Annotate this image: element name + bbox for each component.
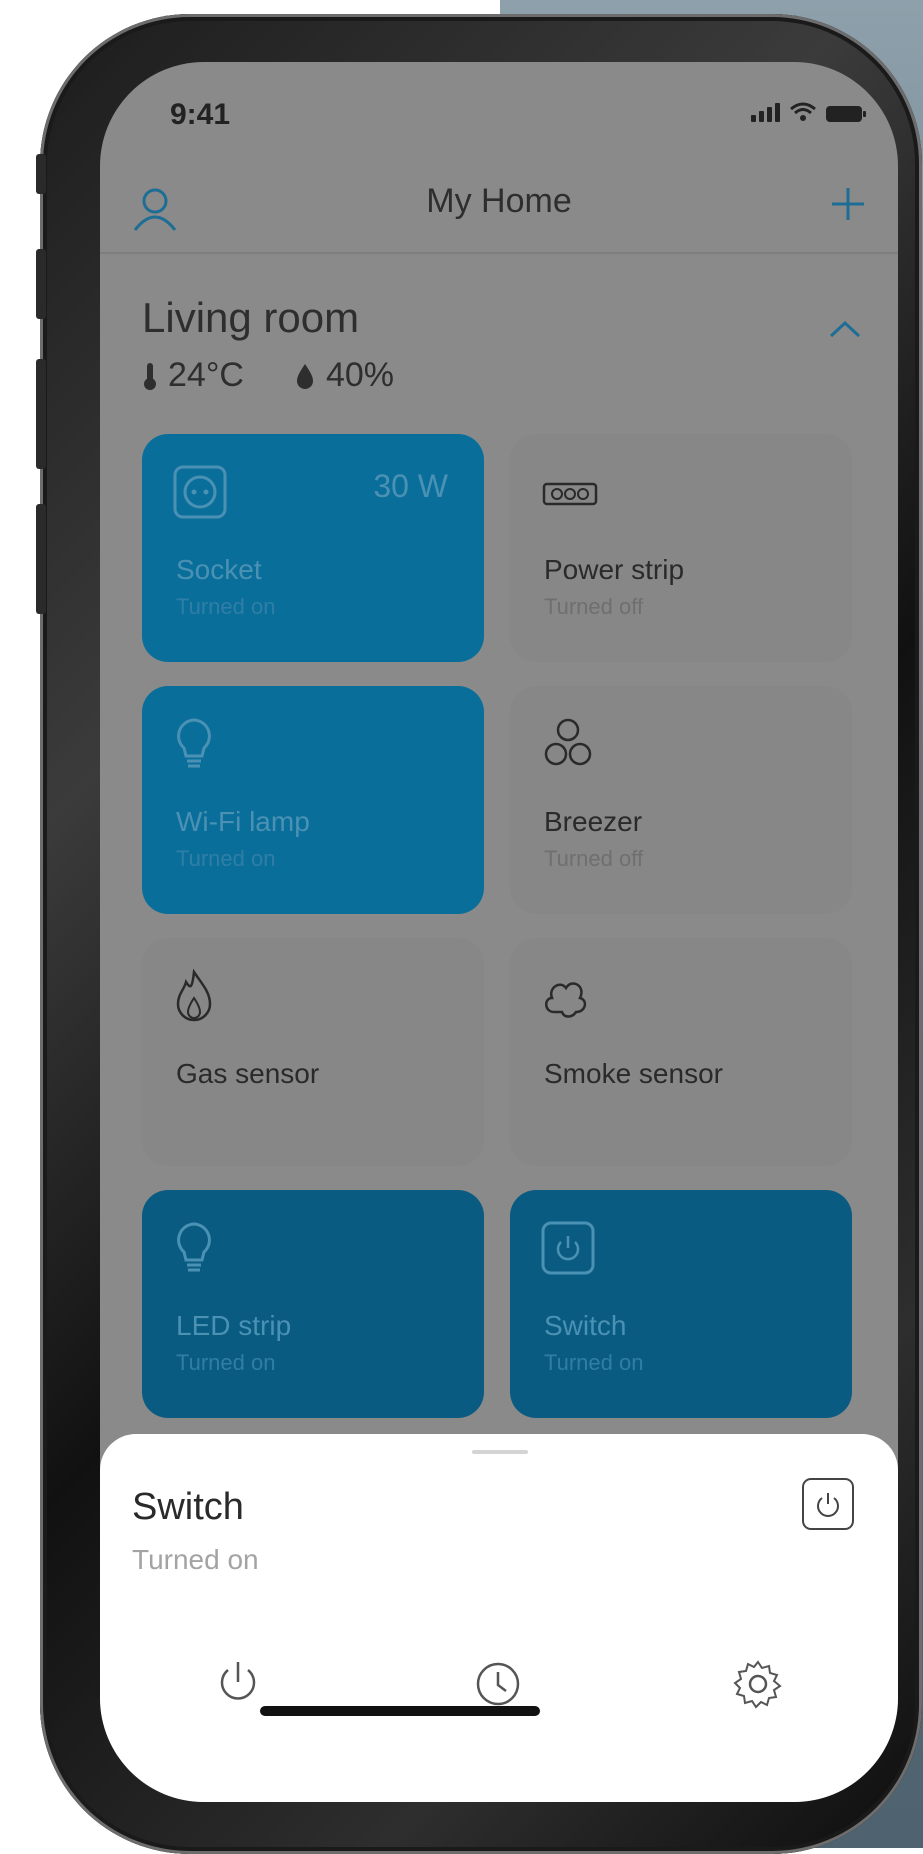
gear-icon[interactable]	[732, 1658, 784, 1710]
device-status: Turned on	[176, 1350, 276, 1375]
device-tile-breezer[interactable]: Breezer Turned off	[510, 686, 852, 914]
device-name: Power strip	[544, 554, 685, 585]
power-strip-icon	[542, 482, 598, 506]
power-side-button	[36, 504, 46, 614]
bulb-icon	[177, 718, 211, 768]
clock-icon[interactable]	[472, 1658, 524, 1710]
device-tile-socket[interactable]: 30 W Socket Turned on	[142, 434, 484, 662]
device-status: Turned on	[176, 594, 276, 619]
device-tile-led-strip[interactable]: LED strip Turned on	[142, 1190, 484, 1418]
device-tile-gas-sensor[interactable]: Gas sensor	[142, 938, 484, 1166]
sheet-switch-icon	[802, 1478, 854, 1530]
room-humidity: 40%	[325, 356, 395, 394]
device-status: Turned off	[544, 594, 644, 619]
device-name: LED strip	[176, 1310, 292, 1341]
volume-up-button	[36, 249, 46, 319]
plus-icon[interactable]	[828, 184, 868, 224]
sheet-title: Switch	[132, 1486, 244, 1528]
switch-icon	[541, 1221, 595, 1275]
fan-icon	[544, 718, 592, 766]
room-temperature: 24°C	[168, 356, 244, 394]
signal-icon	[751, 103, 780, 122]
humidity-icon	[296, 363, 313, 389]
device-name: Breezer	[544, 806, 643, 837]
side-button	[36, 154, 46, 194]
volume-down-button	[36, 359, 46, 469]
sheet-grab-handle[interactable]	[472, 1450, 528, 1454]
battery-icon	[826, 106, 866, 122]
device-name: Switch	[544, 1310, 627, 1341]
status-bar: 9:41	[100, 62, 898, 162]
device-name: Socket	[176, 554, 262, 585]
sheet-status: Turned on	[132, 1544, 259, 1575]
app-screen: 9:41 My Home Living room 24°C 40% 30 W S…	[100, 62, 898, 1802]
room-meta: 24°C 40%	[142, 356, 394, 395]
device-tile-wifi-lamp[interactable]: Wi-Fi lamp Turned on	[142, 686, 484, 914]
socket-icon	[173, 465, 227, 519]
device-name: Wi-Fi lamp	[176, 806, 310, 837]
page-title: My Home	[426, 182, 572, 220]
flame-icon	[176, 968, 212, 1022]
wifi-icon	[790, 102, 816, 121]
device-status: Turned on	[544, 1350, 644, 1375]
device-tile-smoke-sensor[interactable]: Smoke sensor	[510, 938, 852, 1166]
status-time: 9:41	[170, 98, 231, 131]
home-indicator[interactable]	[260, 1706, 540, 1716]
cloud-icon	[545, 982, 587, 1018]
power-reading: 30 W	[373, 468, 448, 504]
device-name: Gas sensor	[176, 1058, 320, 1089]
thermometer-icon	[144, 362, 156, 390]
device-name: Smoke sensor	[544, 1058, 723, 1089]
device-status: Turned on	[176, 846, 276, 871]
bulb-icon	[177, 1222, 211, 1272]
app-header: My Home	[100, 162, 898, 254]
power-icon[interactable]	[212, 1658, 264, 1710]
device-status: Turned off	[544, 846, 644, 871]
device-tile-switch[interactable]: Switch Turned on	[510, 1190, 852, 1418]
device-bottom-sheet: Switch Turned on	[100, 1434, 898, 1802]
room-title: Living room	[142, 294, 360, 341]
power-icon	[817, 1493, 839, 1517]
status-icons	[751, 102, 866, 122]
chevron-up-icon[interactable]	[828, 318, 862, 340]
device-tile-power-strip[interactable]: Power strip Turned off	[510, 434, 852, 662]
